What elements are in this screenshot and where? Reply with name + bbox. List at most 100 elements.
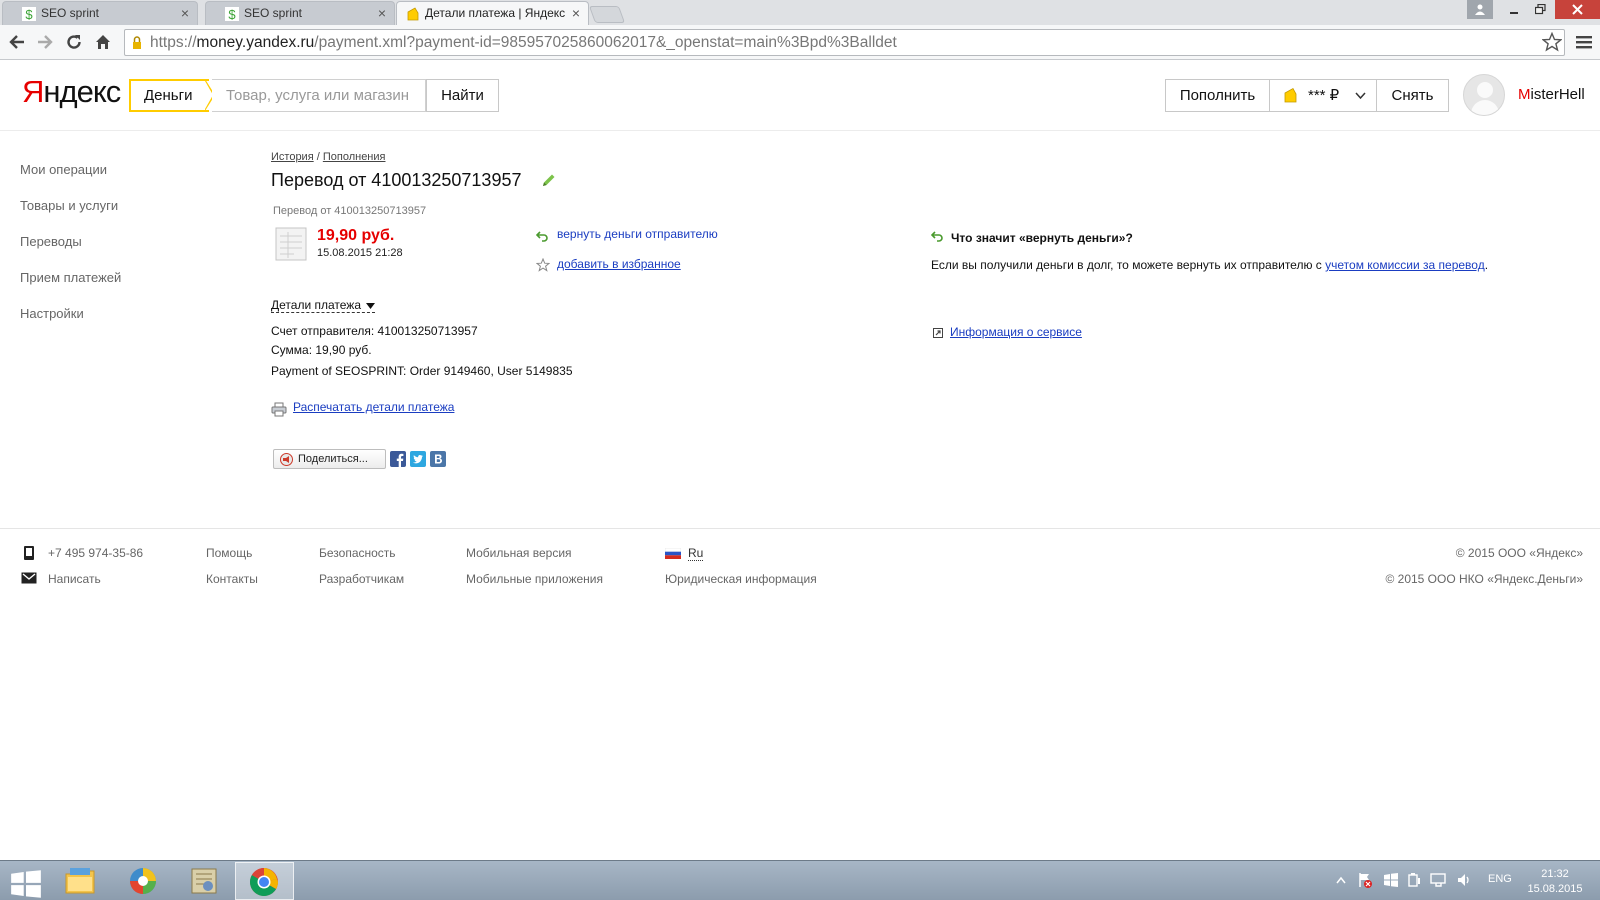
breadcrumb-topups[interactable]: Пополнения: [323, 151, 386, 163]
reload-icon[interactable]: [62, 30, 86, 54]
info-heading: Что значит «вернуть деньги»?: [951, 231, 1133, 245]
footer-copyright-yandex: © 2015 ООО «Яндекс»: [1455, 546, 1583, 560]
new-tab-button[interactable]: [588, 6, 626, 23]
close-tab-icon[interactable]: ×: [181, 2, 189, 25]
tab-title: SEO sprint: [41, 6, 100, 20]
sidebar-item-operations[interactable]: Мои операции: [20, 162, 107, 177]
browser-tab-active[interactable]: Детали платежа | Яндекс ×: [396, 1, 589, 25]
service-info-link[interactable]: Информация о сервисе: [950, 325, 1082, 339]
tray-clock[interactable]: 21:32 15.08.2015: [1525, 867, 1585, 897]
address-bar[interactable]: https://money.yandex.ru/payment.xml?paym…: [124, 29, 1565, 56]
footer-contacts[interactable]: Контакты: [206, 572, 258, 586]
menu-icon[interactable]: [1572, 30, 1596, 54]
action-center-flag-icon[interactable]: [1357, 872, 1373, 888]
twitter-icon[interactable]: [410, 451, 426, 467]
footer-mobile-apps[interactable]: Мобильные приложения: [466, 572, 603, 586]
site-header: Яндекс Деньги Товар, услуга или магазин …: [0, 60, 1600, 131]
wallet-icon: [1284, 87, 1297, 103]
topup-button[interactable]: Пополнить: [1165, 79, 1270, 112]
browser-toolbar: https://money.yandex.ru/payment.xml?paym…: [0, 25, 1600, 60]
commission-link[interactable]: учетом комиссии за перевод: [1325, 258, 1485, 272]
edit-pencil-icon[interactable]: [541, 173, 556, 188]
tray-expand-icon[interactable]: [1336, 876, 1346, 884]
footer-mobile-version[interactable]: Мобильная версия: [466, 546, 572, 560]
sidebar-item-payments[interactable]: Прием платежей: [20, 270, 121, 285]
yandex-money-favicon-icon: [407, 7, 419, 21]
close-tab-icon[interactable]: ×: [572, 2, 580, 25]
yandex-logo[interactable]: Яндекс: [22, 74, 121, 110]
minimize-window-icon[interactable]: [1501, 0, 1527, 19]
phone-icon: [24, 546, 34, 560]
breadcrumb-history[interactable]: История: [271, 151, 314, 163]
svg-text:$: $: [228, 7, 236, 21]
add-favorite-link[interactable]: добавить в избранное: [557, 257, 681, 271]
page-title: Перевод от 410013250713957: [271, 170, 522, 190]
footer-security[interactable]: Безопасность: [319, 546, 396, 560]
vkontakte-icon[interactable]: [430, 451, 446, 467]
detail-sender: Счет отправителя: 410013250713957: [271, 324, 478, 338]
service-tab-money[interactable]: Деньги: [129, 79, 209, 112]
search-input[interactable]: Товар, услуга или магазин: [212, 79, 426, 112]
url-prefix: https://: [150, 34, 197, 51]
user-profile-icon[interactable]: [1467, 0, 1493, 19]
balance-dropdown[interactable]: *** ₽: [1269, 79, 1377, 112]
avatar[interactable]: [1463, 74, 1505, 116]
windows-taskbar: ENG 21:32 15.08.2015: [0, 860, 1600, 900]
breadcrumb: История / Пополнения: [271, 151, 386, 163]
color-app-icon[interactable]: [127, 866, 159, 896]
file-explorer-icon[interactable]: [64, 866, 96, 896]
footer-legal[interactable]: Юридическая информация: [665, 572, 817, 586]
back-icon[interactable]: [5, 30, 29, 54]
withdraw-button[interactable]: Снять: [1376, 79, 1449, 112]
operation-subtitle: Перевод от 410013250713957: [273, 205, 427, 217]
close-tab-icon[interactable]: ×: [378, 2, 386, 25]
info-text: Если вы получили деньги в долг, то может…: [931, 258, 1489, 272]
receipt-icon: [275, 227, 307, 261]
seosprint-favicon-icon: $: [22, 7, 36, 21]
power-tray-icon[interactable]: [1406, 872, 1422, 888]
footer-phone: +7 495 974-35-86: [48, 546, 144, 560]
print-details-link[interactable]: Распечатать детали платежа: [293, 400, 454, 414]
footer-write[interactable]: Написать: [48, 572, 101, 586]
sidebar-item-settings[interactable]: Настройки: [20, 306, 84, 321]
browser-tab[interactable]: $ SEO sprint ×: [205, 1, 395, 25]
return-money-link[interactable]: вернуть деньги отправителю: [557, 227, 718, 241]
archive-app-icon[interactable]: [188, 866, 220, 896]
url-host: money.yandex.ru: [196, 34, 315, 51]
browser-tabstrip: $ SEO sprint × $ SEO sprint × Детали пла…: [0, 0, 1600, 25]
seosprint-favicon-icon: $: [225, 7, 239, 21]
windows-tray-icon[interactable]: [1383, 872, 1399, 888]
windows-start-icon[interactable]: [10, 869, 42, 899]
tray-language[interactable]: ENG: [1488, 873, 1512, 885]
return-arrow-icon: [931, 231, 943, 242]
sidebar-item-goods[interactable]: Товары и услуги: [20, 198, 118, 213]
tray-time: 21:32: [1541, 868, 1569, 880]
search-button[interactable]: Найти: [426, 79, 499, 112]
mail-icon: [21, 572, 37, 584]
volume-tray-icon[interactable]: [1456, 872, 1472, 888]
taskbar-chrome-active[interactable]: [235, 862, 294, 900]
close-window-icon[interactable]: [1555, 0, 1600, 19]
page-lock-icon: [133, 36, 141, 49]
details-toggle[interactable]: Детали платежа: [271, 298, 376, 313]
footer-help[interactable]: Помощь: [206, 546, 252, 560]
bookmark-star-icon[interactable]: [1540, 30, 1564, 54]
share-button[interactable]: Поделиться...: [273, 449, 386, 469]
forward-icon[interactable]: [33, 30, 57, 54]
svg-text:$: $: [25, 7, 33, 21]
restore-window-icon[interactable]: [1527, 0, 1553, 19]
facebook-icon[interactable]: [390, 451, 406, 467]
sidebar-item-transfers[interactable]: Переводы: [20, 234, 82, 249]
chevron-down-icon: [1355, 92, 1366, 100]
favorite-star-icon: [536, 258, 550, 272]
footer-developers[interactable]: Разработчикам: [319, 572, 404, 586]
printer-icon: [271, 402, 287, 417]
home-icon[interactable]: [91, 30, 115, 54]
browser-tab[interactable]: $ SEO sprint ×: [2, 1, 198, 25]
username[interactable]: MisterHell: [1518, 86, 1585, 103]
footer-language[interactable]: Ru: [688, 546, 704, 561]
network-tray-icon[interactable]: [1430, 872, 1448, 888]
balance-value: *** ₽: [1308, 87, 1340, 104]
return-arrow-icon: [536, 231, 548, 242]
payment-amount: 19,90 руб.: [317, 227, 395, 244]
